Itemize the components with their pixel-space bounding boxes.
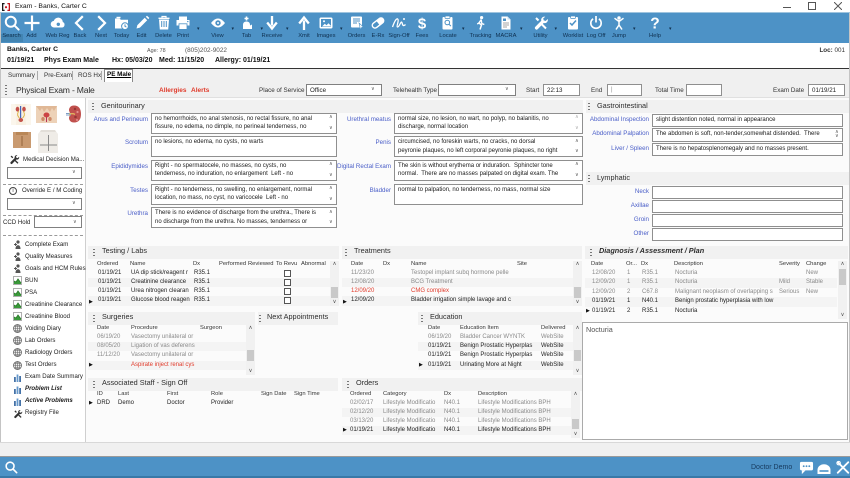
svg-text:?: ? (650, 16, 659, 32)
svg-text:$: $ (418, 16, 427, 32)
